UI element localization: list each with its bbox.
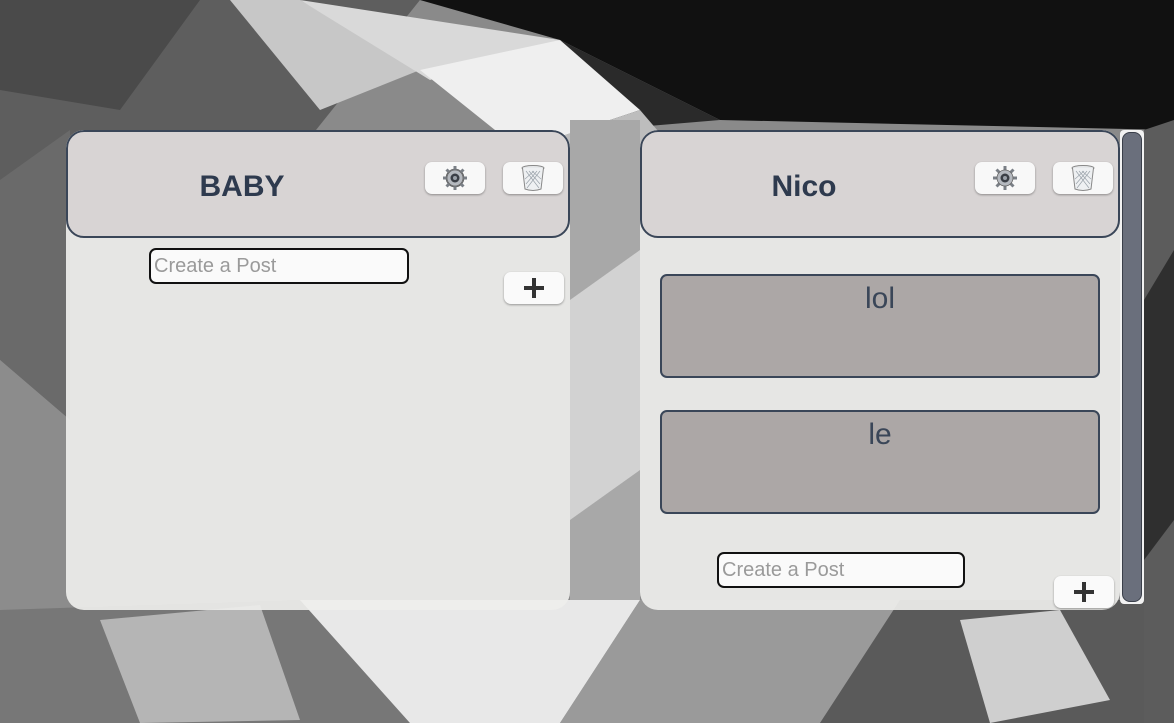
settings-button[interactable] (975, 162, 1035, 194)
plus-icon (524, 278, 544, 298)
settings-button[interactable] (425, 162, 485, 194)
board-header: BABY (66, 130, 570, 238)
plus-icon (1074, 582, 1094, 602)
gear-icon (443, 166, 467, 190)
trash-icon (1071, 165, 1095, 191)
add-post-button[interactable] (504, 272, 564, 304)
board-header: Nico (640, 130, 1120, 238)
board-baby: BABY (66, 130, 570, 610)
gear-icon (993, 166, 1017, 190)
delete-button[interactable] (503, 162, 563, 194)
delete-button[interactable] (1053, 162, 1113, 194)
post-text: lol (864, 282, 895, 315)
trash-icon (521, 165, 545, 191)
post-card[interactable]: lol (660, 274, 1100, 378)
board-title: BABY (199, 170, 285, 203)
scrollbar-thumb[interactable] (1122, 132, 1142, 602)
add-post-button[interactable] (1054, 576, 1114, 608)
post-card[interactable]: le (660, 410, 1100, 514)
board-nico: Nico lol le Create a Post (640, 130, 1120, 610)
post-text: le (868, 418, 892, 451)
scrollbar[interactable] (1120, 130, 1144, 604)
create-post-input[interactable] (149, 248, 409, 284)
board-title: Nico (771, 170, 837, 203)
create-post-input[interactable] (717, 552, 965, 588)
